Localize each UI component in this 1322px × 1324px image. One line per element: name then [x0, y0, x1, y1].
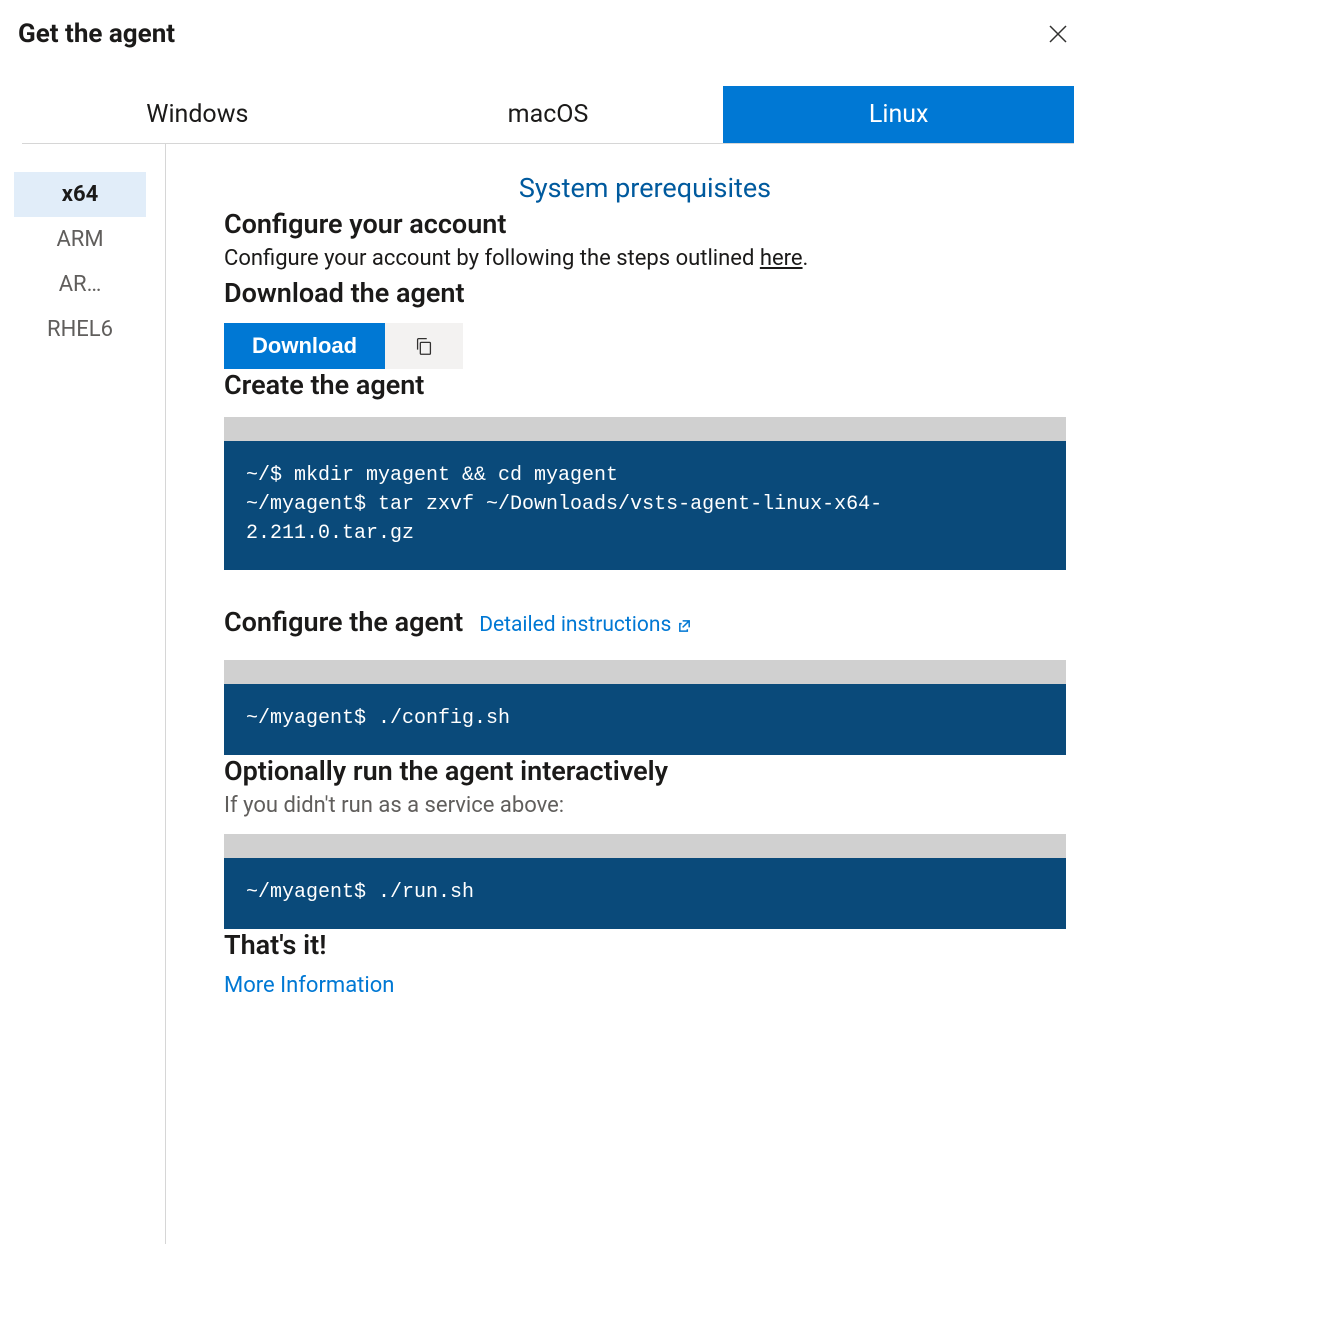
detailed-instructions-link[interactable]: Detailed instructions [479, 613, 692, 637]
dialog-title: Get the agent [18, 19, 175, 49]
tab-windows[interactable]: Windows [22, 86, 373, 143]
code-block-configure: ~/myagent$ ./config.sh [224, 660, 1066, 755]
external-link-icon [677, 618, 692, 633]
heading-configure-agent: Configure the agent [224, 606, 463, 638]
sidebar-item-rhel6[interactable]: RHEL6 [14, 307, 146, 352]
more-information-link[interactable]: More Information [224, 973, 394, 998]
heading-optional-run: Optionally run the agent interactively [224, 755, 1066, 787]
optional-run-subtext: If you didn't run as a service above: [224, 793, 1066, 818]
close-button[interactable] [1042, 18, 1074, 50]
heading-create-agent: Create the agent [224, 369, 1066, 401]
heading-download: Download the agent [224, 277, 1066, 309]
os-tabs: Windows macOS Linux [22, 86, 1074, 144]
code-block-header [224, 660, 1066, 684]
close-icon [1047, 23, 1069, 45]
tab-macos[interactable]: macOS [373, 86, 724, 143]
code-run-body[interactable]: ~/myagent$ ./run.sh [224, 858, 1066, 929]
code-block-run: ~/myagent$ ./run.sh [224, 834, 1066, 929]
detailed-instructions-label: Detailed instructions [479, 613, 671, 637]
copy-url-button[interactable] [385, 323, 463, 369]
heading-thats-it: That's it! [224, 929, 1066, 961]
sidebar-item-arm[interactable]: ARM [14, 217, 146, 262]
content-panel: System prerequisites Configure your acco… [166, 144, 1066, 1244]
configure-account-text: Configure your account by following the … [224, 246, 1066, 271]
text-prefix: Configure your account by following the … [224, 246, 760, 271]
code-block-create: ~/$ mkdir myagent && cd myagent ~/myagen… [224, 417, 1066, 570]
sidebar-item-x64[interactable]: x64 [14, 172, 146, 217]
code-create-body[interactable]: ~/$ mkdir myagent && cd myagent ~/myagen… [224, 441, 1066, 570]
heading-configure-account: Configure your account [224, 208, 1066, 240]
code-configure-body[interactable]: ~/myagent$ ./config.sh [224, 684, 1066, 755]
download-button[interactable]: Download [224, 323, 385, 369]
sidebar-item-arm64[interactable]: AR… [14, 262, 146, 307]
copy-icon [413, 335, 435, 357]
here-link[interactable]: here [760, 246, 803, 271]
text-suffix: . [803, 246, 809, 271]
code-block-header [224, 834, 1066, 858]
arch-sidebar: x64 ARM AR… RHEL6 [18, 144, 166, 1244]
system-prerequisites-link[interactable]: System prerequisites [224, 172, 1066, 204]
tab-linux[interactable]: Linux [723, 86, 1074, 143]
code-block-header [224, 417, 1066, 441]
